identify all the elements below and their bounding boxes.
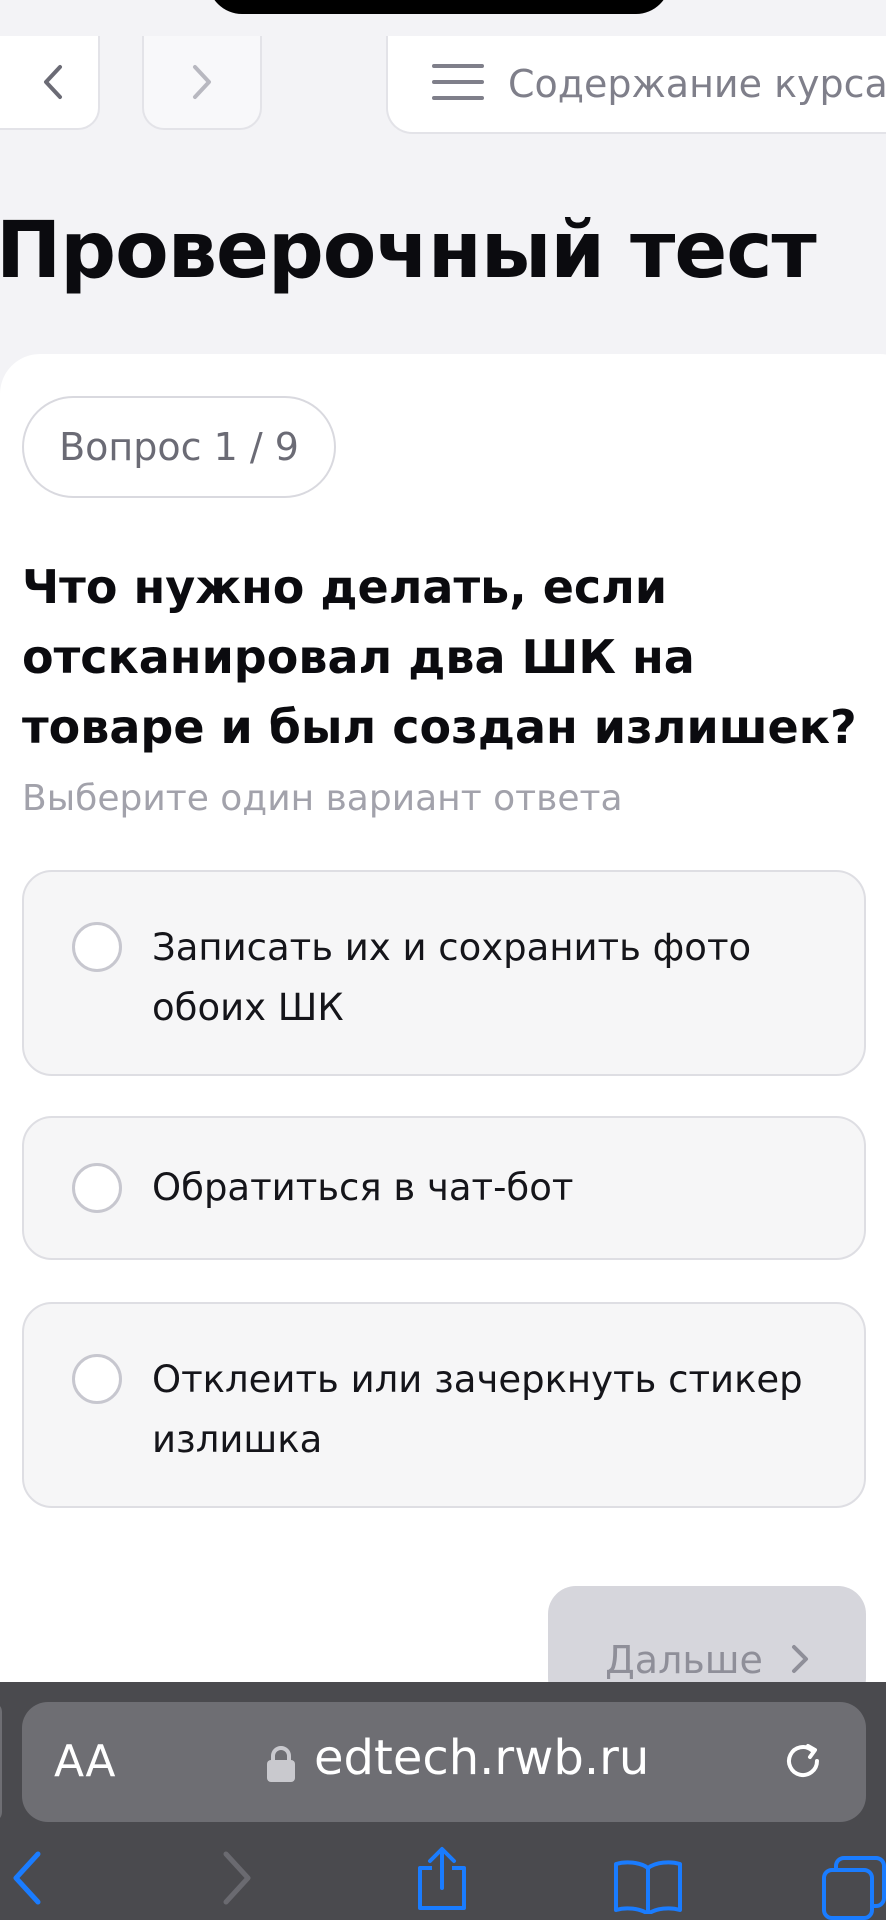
next-button-label: Дальше bbox=[605, 1638, 763, 1682]
question-counter-badge: Вопрос 1 / 9 bbox=[22, 396, 336, 498]
chevron-left-icon bbox=[42, 64, 64, 100]
page-title: Проверочный тест bbox=[0, 206, 817, 296]
url-text[interactable]: edtech.rwb.ru bbox=[314, 1730, 649, 1786]
radio-button[interactable] bbox=[72, 1354, 122, 1404]
tabs-icon[interactable] bbox=[822, 1856, 886, 1920]
question-text: Что нужно делать, если отсканировал два … bbox=[22, 560, 857, 754]
next-lesson-button[interactable] bbox=[142, 36, 262, 130]
course-contents-button[interactable]: Содержание курса bbox=[386, 36, 886, 134]
answer-option[interactable]: Отклеить или зачеркнуть стикер излишка bbox=[22, 1302, 866, 1508]
radio-button[interactable] bbox=[72, 922, 122, 972]
previous-tab-edge[interactable] bbox=[0, 1702, 2, 1822]
reload-icon[interactable] bbox=[780, 1738, 826, 1788]
radio-button[interactable] bbox=[72, 1163, 122, 1213]
answer-option-label: Отклеить или зачеркнуть стикер излишка bbox=[152, 1358, 803, 1461]
quiz-page: Содержание курса Проверочный тест Вопрос… bbox=[0, 0, 886, 1920]
device-notch bbox=[208, 0, 670, 14]
lock-icon bbox=[266, 1745, 296, 1787]
answer-hint: Выберите один вариант ответа bbox=[22, 778, 623, 819]
forward-icon[interactable] bbox=[222, 1850, 252, 1910]
text-size-label: AA bbox=[54, 1736, 116, 1787]
previous-lesson-button[interactable] bbox=[0, 36, 100, 130]
answer-option-label: Обратиться в чат-бот bbox=[152, 1166, 574, 1209]
answer-option[interactable]: Обратиться в чат-бот bbox=[22, 1116, 866, 1260]
chevron-right-icon bbox=[791, 1644, 809, 1678]
bookmarks-icon[interactable] bbox=[612, 1858, 684, 1918]
answer-option[interactable]: Записать их и сохранить фото обоих ШК bbox=[22, 870, 866, 1076]
share-icon[interactable] bbox=[414, 1846, 470, 1916]
back-icon[interactable] bbox=[12, 1850, 42, 1910]
chevron-right-icon bbox=[191, 64, 213, 100]
course-contents-label: Содержание курса bbox=[508, 62, 886, 106]
text-size-button[interactable]: AA bbox=[54, 1736, 115, 1787]
menu-icon bbox=[432, 62, 484, 106]
answer-option-label: Записать их и сохранить фото обоих ШК bbox=[152, 926, 752, 1029]
